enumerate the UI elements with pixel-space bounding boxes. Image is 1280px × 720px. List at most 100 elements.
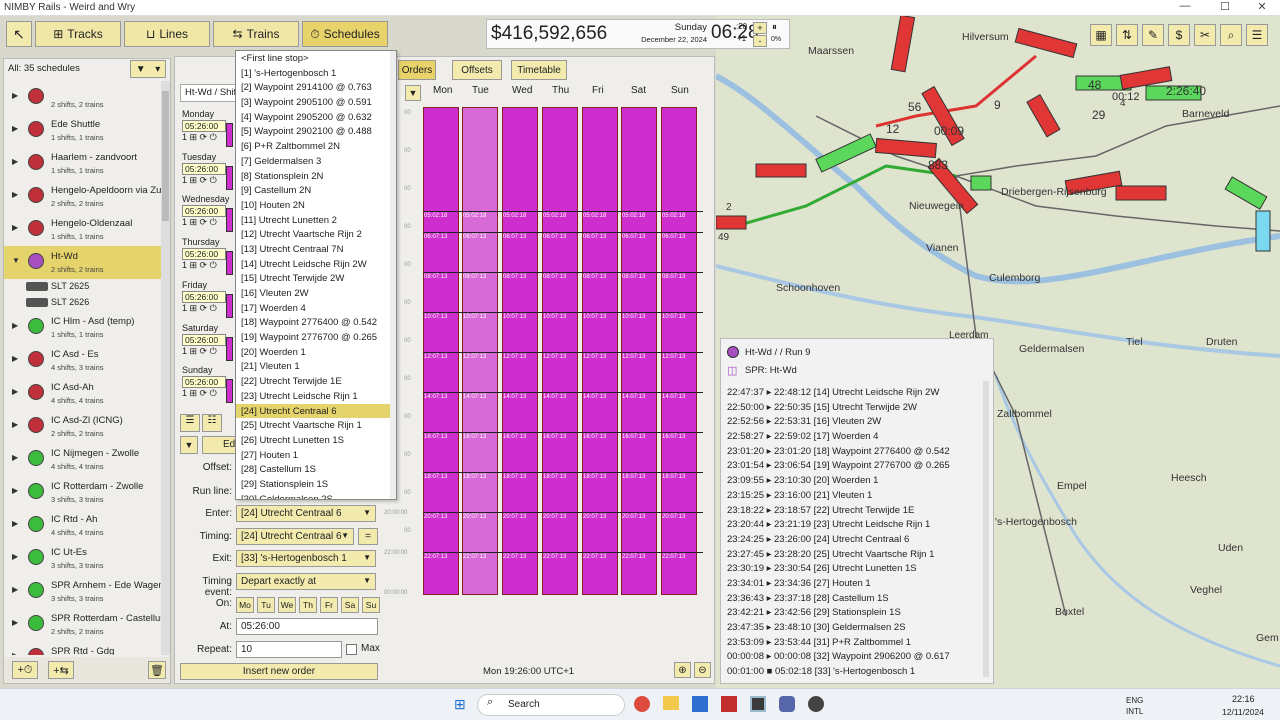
list-item[interactable]: ▶ IC Rtd - Ah 4 shifts, 4 trains — [4, 509, 162, 542]
collapsed-arrow-icon[interactable]: ▶ — [12, 552, 18, 561]
zoom-in-icon[interactable]: ⊕ — [674, 662, 691, 678]
list-item[interactable]: ▶ IC Nijmegen - Zwolle 4 shifts, 4 trains — [4, 443, 162, 476]
zoom-out-icon[interactable]: ⊖ — [694, 662, 711, 678]
chart-icon[interactable]: ▦ — [1090, 24, 1112, 46]
collapsed-arrow-icon[interactable]: ▶ — [12, 618, 18, 627]
tab-timetable[interactable]: Timetable — [511, 60, 567, 80]
day-start-time[interactable]: 05:26:00 — [182, 333, 226, 346]
dropdown-option[interactable]: [25] Utrecht Vaartsche Rijn 1 — [236, 418, 396, 433]
list-item[interactable]: ▶ SPR Rtd - Gdg — [4, 641, 162, 655]
dropdown-option[interactable]: [24] Utrecht Centraal 6 — [236, 403, 396, 419]
list-item[interactable]: ▶ IC Hlm - Asd (temp) 1 shifts, 1 trains — [4, 311, 162, 344]
close-icon[interactable]: ✕ — [1242, 0, 1280, 13]
collapsed-arrow-icon[interactable]: ▶ — [12, 585, 18, 594]
list-item[interactable]: ▶ IC Asd-Zl (ICNG) 2 shifts, 2 trains — [4, 410, 162, 443]
timing-select[interactable]: [24] Utrecht Centraal 6 ▼ — [236, 528, 354, 545]
collapsed-arrow-icon[interactable]: ▶ — [12, 420, 18, 429]
tab-orders[interactable]: Orders — [398, 60, 436, 80]
add-schedule-button[interactable]: +⏱ — [12, 661, 38, 679]
detail-view-icon[interactable]: ☷ — [202, 414, 222, 432]
grid-day-column[interactable] — [582, 107, 618, 595]
sort-icon[interactable]: ⇅ — [1116, 24, 1138, 46]
dropdown-option[interactable]: [5] Waypoint 2902100 @ 0.488 — [236, 124, 396, 139]
day-toggle-sa[interactable]: Sa — [341, 597, 359, 613]
tab-schedules[interactable]: ⏱ Schedules — [302, 21, 388, 47]
list-item-train[interactable]: SLT 2626 — [4, 295, 162, 311]
timing-event-select[interactable]: Depart exactly at ▼ — [236, 573, 376, 590]
list-item[interactable]: ▶ IC Ut-Es 3 shifts, 3 trains — [4, 542, 162, 575]
enter-select[interactable]: [24] Utrecht Centraal 6 ▼ — [236, 505, 376, 522]
tab-offsets[interactable]: Offsets — [452, 60, 502, 80]
dropdown-option[interactable]: [15] Utrecht Terwijde 2W — [236, 271, 396, 286]
day-toggle-tu[interactable]: Tu — [257, 597, 275, 613]
dropdown-option[interactable]: [20] Woerden 1 — [236, 345, 396, 360]
expanded-arrow-icon[interactable]: ▼ — [12, 256, 20, 265]
collapsed-arrow-icon[interactable]: ▶ — [12, 387, 18, 396]
collapse-icon[interactable]: ▼ — [180, 436, 198, 454]
list-item[interactable]: ▼ Ht-Wd 2 shifts, 2 trains — [4, 246, 162, 279]
list-item[interactable]: ▶ Hengelo-Oldenzaal 1 shifts, 1 trains — [4, 213, 162, 246]
nimby-icon[interactable] — [750, 696, 766, 712]
list-view-icon[interactable]: ☰ — [180, 414, 200, 432]
dropdown-option[interactable]: [16] Vleuten 2W — [236, 286, 396, 301]
timing-equal-button[interactable]: = — [358, 528, 378, 545]
collapsed-arrow-icon[interactable]: ▶ — [12, 354, 18, 363]
day-toggle-fr[interactable]: Fr — [320, 597, 338, 613]
ruler-icon[interactable]: ✎ — [1142, 24, 1164, 46]
day-toggle-mo[interactable]: Mo — [236, 597, 254, 613]
dropdown-option[interactable]: [9] Castellum 2N — [236, 183, 396, 198]
folder-icon[interactable] — [663, 696, 679, 710]
dropdown-option[interactable]: [19] Waypoint 2776700 @ 0.265 — [236, 330, 396, 345]
list-item[interactable]: ▶ IC Asd-Ah 4 shifts, 4 trains — [4, 377, 162, 410]
collapsed-arrow-icon[interactable]: ▶ — [12, 321, 18, 330]
select-tool-icon[interactable]: ↖ — [6, 21, 32, 47]
search-icon[interactable]: ⌕ — [1220, 24, 1242, 46]
wrench-icon[interactable]: ✂ — [1194, 24, 1216, 46]
list-item[interactable]: ▶ IC Asd - Es 4 shifts, 3 trains — [4, 344, 162, 377]
day-toggle-we[interactable]: We — [278, 597, 296, 613]
windows-start-icon[interactable]: ⊞ — [454, 696, 466, 713]
list-item[interactable]: ▶ SPR Arnhem - Ede Wagenin 3 shifts, 3 tra… — [4, 575, 162, 608]
exit-select[interactable]: [33] 's-Hertogenbosch 1 ▼ — [236, 550, 376, 567]
collapsed-arrow-icon[interactable]: ▶ — [12, 190, 18, 199]
dropdown-option[interactable]: [30] Geldermalsen 2S — [236, 492, 396, 499]
max-checkbox[interactable] — [346, 644, 357, 655]
tab-lines[interactable]: ⊔ Lines — [124, 21, 210, 47]
dropdown-option[interactable]: [23] Utrecht Leidsche Rijn 1 — [236, 389, 396, 404]
minimize-icon[interactable]: — — [1165, 0, 1205, 12]
list-scrollbar[interactable] — [161, 81, 170, 655]
dropdown-option[interactable]: [8] Stationsplein 2N — [236, 169, 396, 184]
discord-icon[interactable] — [779, 696, 795, 712]
run-scrollbar[interactable] — [983, 381, 989, 677]
chrome-icon[interactable] — [634, 696, 650, 712]
add-train-button[interactable]: +⇆ — [48, 661, 74, 679]
list-item[interactable]: ▶ Haarlem - zandvoort 1 shifts, 1 trains — [4, 147, 162, 180]
chevron-down-icon[interactable]: ▼ — [405, 85, 421, 101]
grid-day-column[interactable] — [502, 107, 538, 595]
dropdown-option[interactable]: [26] Utrecht Lunetten 1S — [236, 433, 396, 448]
tab-trains[interactable]: ⇆ Trains — [213, 21, 299, 47]
grid-day-column[interactable] — [661, 107, 697, 595]
tab-tracks[interactable]: ⊞ Tracks — [35, 21, 121, 47]
dropdown-option[interactable]: [28] Castellum 1S — [236, 462, 396, 477]
collapsed-arrow-icon[interactable]: ▶ — [12, 124, 18, 133]
dropdown-option[interactable]: [17] Woerden 4 — [236, 301, 396, 316]
repeat-input[interactable]: 10 — [236, 641, 342, 658]
grid-day-column[interactable] — [621, 107, 657, 595]
speed-up-button[interactable]: + — [753, 22, 767, 34]
dropdown-option[interactable]: [2] Waypoint 2914100 @ 0.763 — [236, 80, 396, 95]
dropdown-option[interactable]: [4] Waypoint 2905200 @ 0.632 — [236, 110, 396, 125]
app-icon[interactable] — [721, 696, 737, 712]
dollar-icon[interactable]: $ — [1168, 24, 1190, 46]
maximize-icon[interactable]: ☐ — [1205, 0, 1245, 13]
dropdown-option[interactable]: [3] Waypoint 2905100 @ 0.591 — [236, 95, 396, 110]
menu-icon[interactable]: ☰ — [1246, 24, 1268, 46]
timetable-grid[interactable]: 05:02:18 05:02:18 05:02:18 05:02:18 05:02:18… — [423, 107, 703, 595]
collapsed-arrow-icon[interactable]: ▶ — [12, 651, 18, 655]
day-toggle-su[interactable]: Su — [362, 597, 380, 613]
dropdown-option[interactable]: [29] Stationsplein 1S — [236, 477, 396, 492]
dropdown-option[interactable]: [27] Houten 1 — [236, 448, 396, 463]
dropdown-option[interactable]: [11] Utrecht Lunetten 2 — [236, 213, 396, 228]
dropdown-option[interactable]: [18] Waypoint 2776400 @ 0.542 — [236, 315, 396, 330]
dropdown-option[interactable]: [22] Utrecht Terwijde 1E — [236, 374, 396, 389]
